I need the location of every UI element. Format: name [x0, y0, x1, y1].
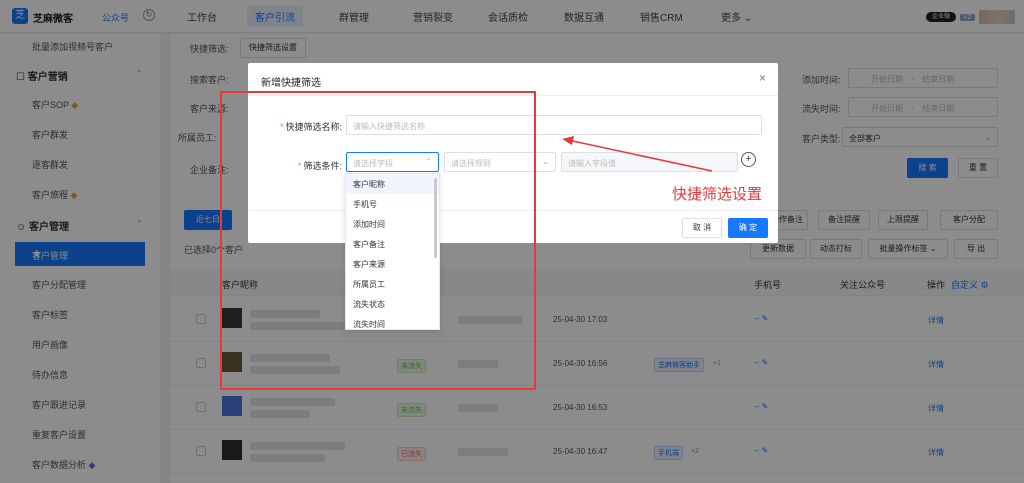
- annotation-arrow: [562, 136, 713, 172]
- annotation-label: 快捷筛选设置: [672, 185, 763, 203]
